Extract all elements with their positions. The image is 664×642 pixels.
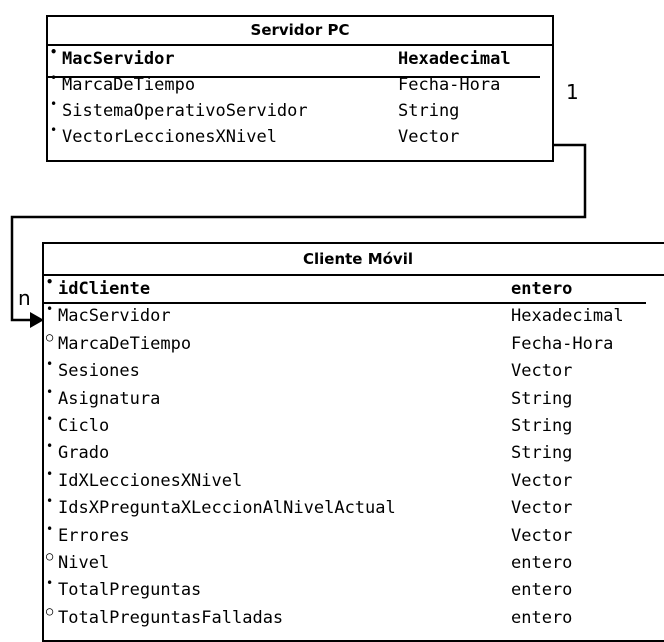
- cardinality-one: 1: [566, 80, 579, 104]
- relationship-connector: [10, 143, 587, 328]
- relationship-line: [10, 143, 587, 322]
- cardinality-many: n: [18, 286, 31, 310]
- relationship-arrowhead: [30, 312, 44, 328]
